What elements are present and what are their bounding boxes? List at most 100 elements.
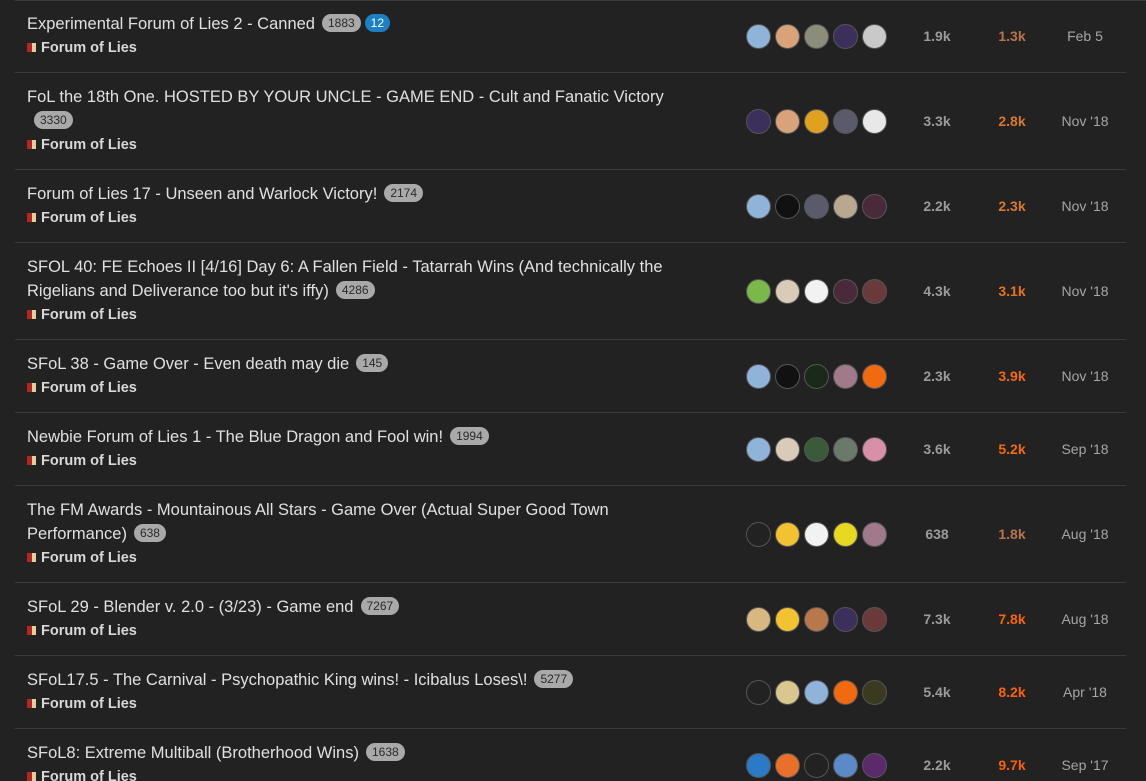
replies-count: 4.3k <box>923 283 951 299</box>
laughing-emoji-avatar[interactable] <box>775 522 800 547</box>
skeleton-avatar[interactable] <box>746 522 771 547</box>
category-link[interactable]: Forum of Lies <box>27 305 707 325</box>
peach-face-avatar[interactable] <box>775 109 800 134</box>
post-count-badge[interactable]: 2174 <box>384 184 424 202</box>
topic-title-link[interactable]: Experimental Forum of Lies 2 - Canned <box>27 15 315 33</box>
beige-sketch-avatar[interactable] <box>775 279 800 304</box>
post-count-badge[interactable]: 638 <box>133 524 166 542</box>
yellow-cross-avatar[interactable] <box>804 109 829 134</box>
category-name: Forum of Lies <box>41 307 137 323</box>
topic-title-link[interactable]: Forum of Lies 17 - Unseen and Warlock Vi… <box>27 185 377 203</box>
post-count-badge[interactable]: 1883 <box>321 14 361 32</box>
last-activity[interactable]: Nov '18 <box>1047 368 1123 384</box>
purple-hair-avatar[interactable] <box>833 24 858 49</box>
fighter-avatar[interactable] <box>804 607 829 632</box>
skeleton-avatar[interactable] <box>804 753 829 778</box>
dark-hair-avatar[interactable] <box>804 194 829 219</box>
radiation-avatar[interactable] <box>833 522 858 547</box>
post-count-badge[interactable]: 3330 <box>34 111 73 129</box>
category-link[interactable]: Forum of Lies <box>27 621 707 641</box>
topic-title-link[interactable]: Newbie Forum of Lies 1 - The Blue Dragon… <box>27 428 443 446</box>
sz-logo-avatar[interactable] <box>775 364 800 389</box>
post-count-badge[interactable]: 7267 <box>360 597 400 615</box>
post-count-badge[interactable]: 1638 <box>365 743 405 761</box>
topic-title-link[interactable]: SFoL 29 - Blender v. 2.0 - (3/23) - Game… <box>27 598 354 616</box>
topic-title-link[interactable]: SFoL 38 - Game Over - Even death may die <box>27 355 349 373</box>
replies-count: 3.6k <box>923 441 951 457</box>
dark-olive-avatar[interactable] <box>862 680 887 705</box>
peach-face-avatar[interactable] <box>775 24 800 49</box>
purple-pixel-avatar[interactable] <box>862 753 887 778</box>
category-link[interactable]: Forum of Lies <box>27 135 707 155</box>
orange-ball-avatar[interactable] <box>775 753 800 778</box>
red-white-avatar[interactable] <box>862 109 887 134</box>
last-activity[interactable]: Aug '18 <box>1047 526 1123 542</box>
pink-jar-avatar[interactable] <box>862 437 887 462</box>
red-dark-avatar[interactable] <box>862 607 887 632</box>
beige-sketch-avatar[interactable] <box>775 437 800 462</box>
category-link[interactable]: Forum of Lies <box>27 451 707 471</box>
category-link[interactable]: Forum of Lies <box>27 767 707 781</box>
hooded-figure-avatar[interactable] <box>833 437 858 462</box>
blue-face-avatar[interactable] <box>746 364 771 389</box>
post-count-badge[interactable]: 1994 <box>450 427 489 445</box>
blonde-anime-avatar[interactable] <box>775 680 800 705</box>
goggles-avatar[interactable] <box>804 24 829 49</box>
green-eye-avatar[interactable] <box>804 364 829 389</box>
topic-posters <box>746 437 896 465</box>
category-link[interactable]: Forum of Lies <box>27 548 707 568</box>
blue-face-avatar[interactable] <box>746 194 771 219</box>
last-activity[interactable]: Aug '18 <box>1047 611 1123 627</box>
topic-title-link[interactable]: The FM Awards - Mountainous All Stars - … <box>27 501 609 543</box>
category-link[interactable]: Forum of Lies <box>27 694 707 714</box>
last-activity[interactable]: Nov '18 <box>1047 198 1123 214</box>
post-count-badge[interactable]: 145 <box>356 354 389 372</box>
yin-yang-avatar[interactable] <box>833 680 858 705</box>
topic-main: The FM Awards - Mountainous All Stars - … <box>27 498 707 568</box>
new-posts-badge[interactable]: 12 <box>364 14 391 32</box>
purple-hair-avatar[interactable] <box>746 109 771 134</box>
topic-main: Experimental Forum of Lies 2 - Canned 188… <box>27 12 707 58</box>
blue-swirl-avatar[interactable] <box>833 753 858 778</box>
green-pixel-avatar[interactable] <box>804 437 829 462</box>
category-link[interactable]: Forum of Lies <box>27 38 707 58</box>
anime-girls-avatar[interactable] <box>862 522 887 547</box>
blue-face-avatar[interactable] <box>804 680 829 705</box>
last-activity[interactable]: Nov '18 <box>1047 283 1123 299</box>
post-count-badge[interactable]: 5277 <box>534 670 574 688</box>
blue-face-avatar[interactable] <box>746 437 771 462</box>
post-count-badge[interactable]: 4286 <box>335 281 375 299</box>
views-count: 9.7k <box>998 757 1026 773</box>
blue-hood-avatar[interactable] <box>746 753 771 778</box>
skeleton-avatar[interactable] <box>746 680 771 705</box>
sz-logo-avatar[interactable] <box>775 194 800 219</box>
white-hair-avatar[interactable] <box>862 24 887 49</box>
topic-posters <box>746 279 896 307</box>
dark-figure-avatar[interactable] <box>833 279 858 304</box>
laughing-emoji-avatar[interactable] <box>775 607 800 632</box>
topic-row: SFoL17.5 - The Carnival - Psychopathic K… <box>15 656 1126 729</box>
topic-title-link[interactable]: SFoL8: Extreme Multiball (Brotherhood Wi… <box>27 744 359 762</box>
purple-hair-avatar[interactable] <box>833 607 858 632</box>
blue-face-avatar[interactable] <box>746 24 771 49</box>
last-activity[interactable]: Apr '18 <box>1047 684 1123 700</box>
bearded-man-avatar[interactable] <box>833 194 858 219</box>
category-link[interactable]: Forum of Lies <box>27 208 707 228</box>
yin-yang-avatar[interactable] <box>862 364 887 389</box>
last-activity[interactable]: Sep '18 <box>1047 441 1123 457</box>
sandwich-avatar[interactable] <box>746 607 771 632</box>
topic-title-link[interactable]: FoL the 18th One. HOSTED BY YOUR UNCLE -… <box>27 88 664 106</box>
pixel-character-avatar[interactable] <box>804 279 829 304</box>
last-activity[interactable]: Nov '18 <box>1047 113 1123 129</box>
category-link[interactable]: Forum of Lies <box>27 378 707 398</box>
dark-hair-avatar[interactable] <box>833 109 858 134</box>
topic-title-link[interactable]: SFoL17.5 - The Carnival - Psychopathic K… <box>27 671 527 689</box>
anime-girls-avatar[interactable] <box>833 364 858 389</box>
last-activity[interactable]: Sep '17 <box>1047 757 1123 773</box>
last-activity[interactable]: Feb 5 <box>1047 28 1123 44</box>
red-dark-avatar[interactable] <box>862 279 887 304</box>
dark-figure-avatar[interactable] <box>862 194 887 219</box>
topic-title-line: SFOL 40: FE Echoes II [4/16] Day 6: A Fa… <box>27 255 707 303</box>
pixel-character-avatar[interactable] <box>804 522 829 547</box>
green-character-avatar[interactable] <box>746 279 771 304</box>
